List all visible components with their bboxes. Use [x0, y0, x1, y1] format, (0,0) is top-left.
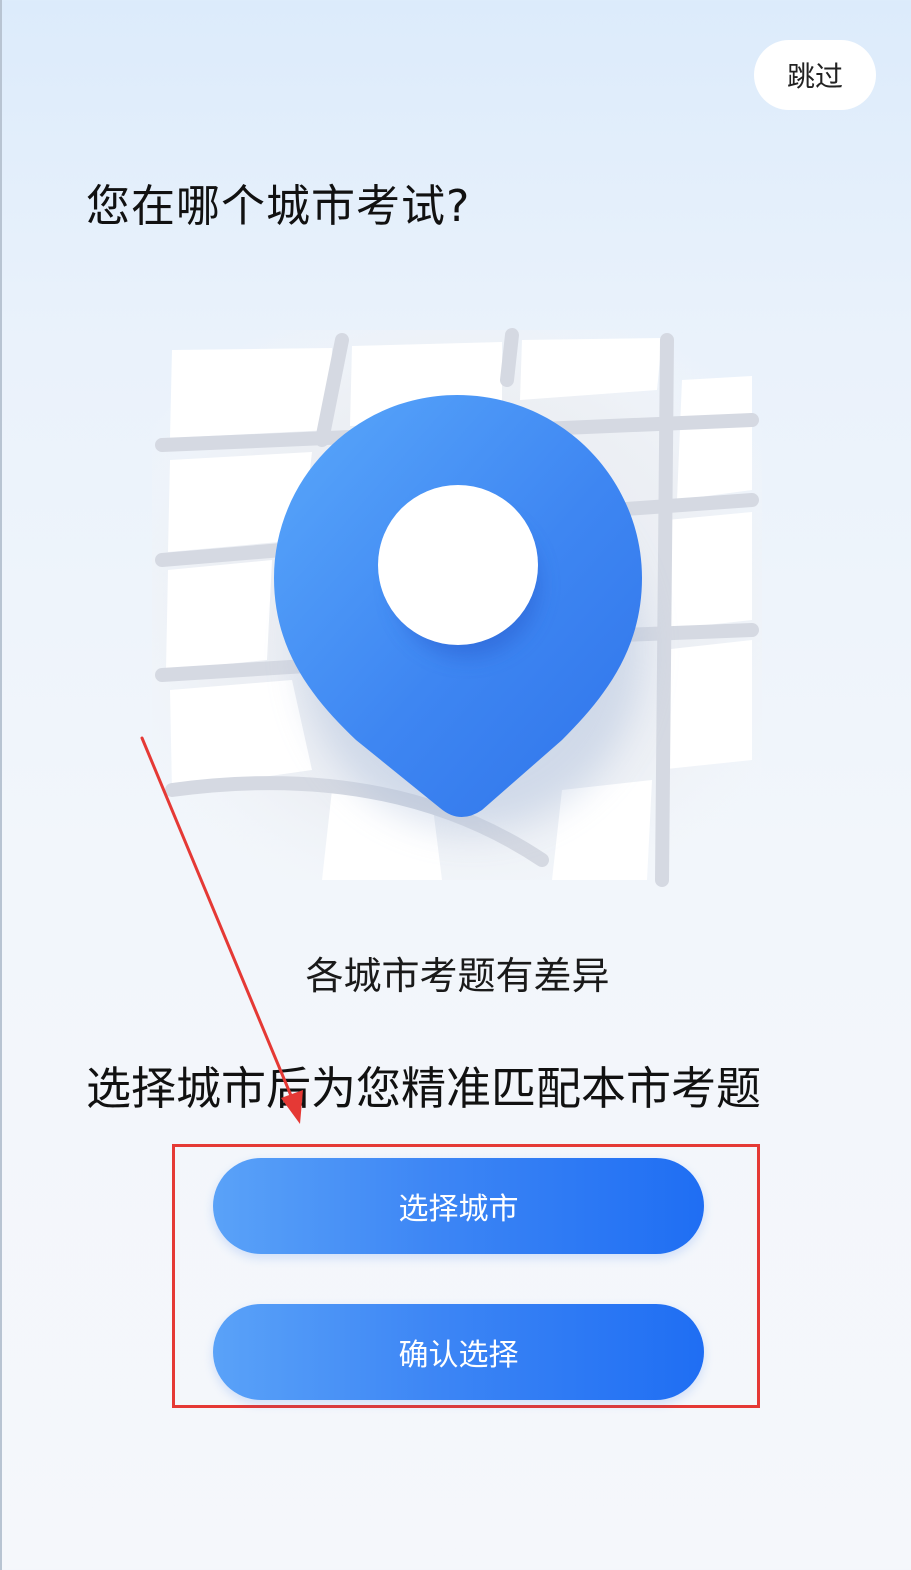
description-text: 选择城市后为您精准匹配本市考题	[86, 1062, 762, 1115]
map-pin-illustration	[142, 320, 772, 890]
onboarding-screen: 跳过 您在哪个城市考试? 各城市考题有差异 选择城市后为您精准匹配本市考题 选择…	[0, 0, 911, 1570]
subtitle: 各城市考题有差异	[305, 954, 610, 998]
select-city-button[interactable]: 选择城市	[213, 1158, 704, 1254]
map-pin-icon	[152, 328, 762, 887]
page-title: 您在哪个城市考试?	[86, 181, 471, 232]
confirm-selection-button[interactable]: 确认选择	[213, 1304, 704, 1400]
skip-button[interactable]: 跳过	[754, 40, 876, 110]
